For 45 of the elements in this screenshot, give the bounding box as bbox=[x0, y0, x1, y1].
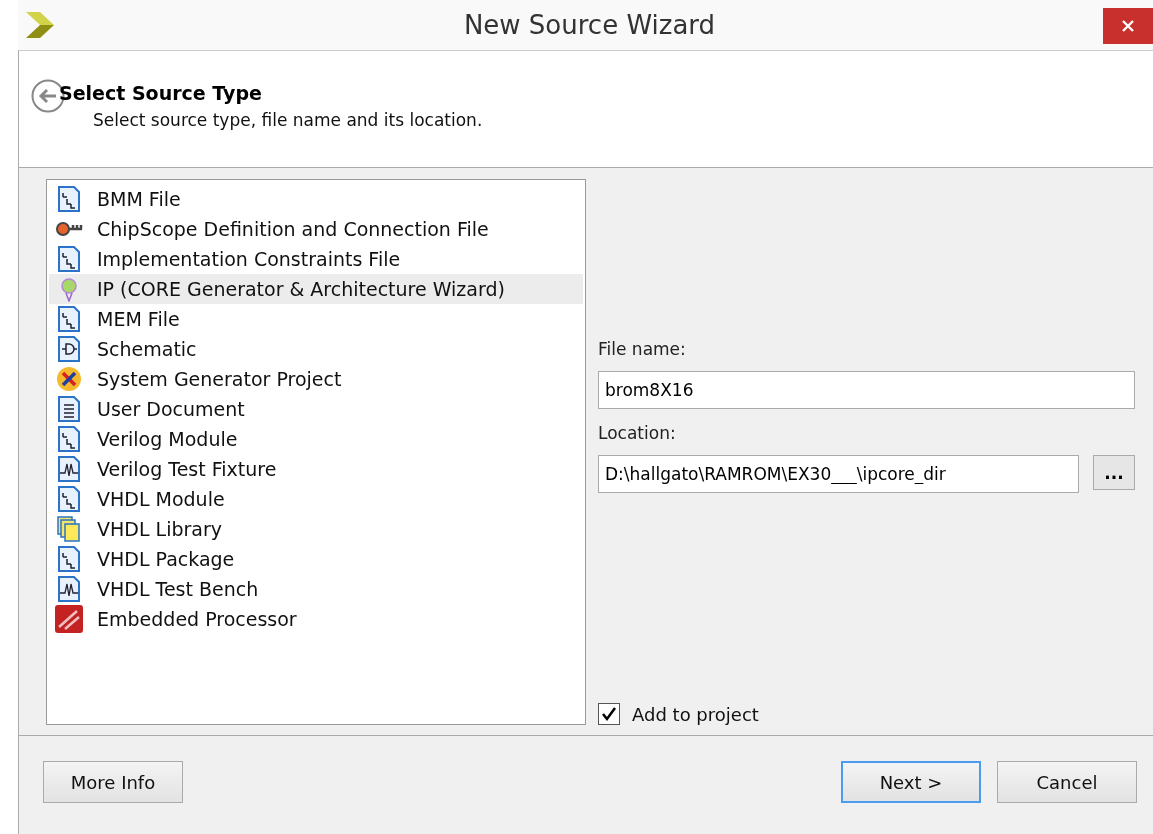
cancel-button[interactable]: Cancel bbox=[997, 761, 1137, 803]
source-type-item[interactable]: System Generator Project bbox=[49, 364, 583, 394]
page-subtitle: Select source type, file name and its location. bbox=[93, 110, 483, 130]
document-icon bbox=[55, 306, 83, 332]
document-icon bbox=[55, 186, 83, 212]
source-type-item[interactable]: Implementation Constraints File bbox=[49, 244, 583, 274]
close-icon bbox=[1121, 19, 1135, 33]
source-type-item[interactable]: BMM File bbox=[49, 184, 583, 214]
waveform-document-icon bbox=[55, 576, 83, 602]
source-type-item[interactable]: Verilog Module bbox=[49, 424, 583, 454]
document-icon bbox=[55, 246, 83, 272]
document-icon bbox=[55, 486, 83, 512]
document-icon bbox=[55, 426, 83, 452]
source-type-item[interactable]: VHDL Library bbox=[49, 514, 583, 544]
next-button[interactable]: Next > bbox=[841, 761, 981, 803]
more-info-button[interactable]: More Info bbox=[43, 761, 183, 803]
document-icon bbox=[55, 546, 83, 572]
window-title: New Source Wizard bbox=[462, 10, 717, 40]
location-field[interactable]: D:\hallgato\RAMROM\EX30___\ipcore_dir bbox=[598, 455, 1079, 493]
location-label: Location: bbox=[598, 423, 677, 443]
source-type-item[interactable]: VHDL Module bbox=[49, 484, 583, 514]
page-heading: Select Source Type bbox=[59, 82, 263, 104]
cross-circle-icon bbox=[55, 366, 83, 392]
probe-icon bbox=[55, 221, 83, 237]
logic-gate-icon bbox=[55, 336, 83, 362]
source-type-item[interactable]: IP (CORE Generator & Architecture Wizard) bbox=[49, 274, 583, 304]
source-type-item[interactable]: VHDL Package bbox=[49, 544, 583, 574]
processor-icon bbox=[55, 605, 83, 633]
source-type-item[interactable]: User Document bbox=[49, 394, 583, 424]
waveform-document-icon bbox=[55, 456, 83, 482]
source-type-item[interactable]: ChipScope Definition and Connection File bbox=[49, 214, 583, 244]
text-document-icon bbox=[55, 396, 83, 422]
chevron-logo-icon bbox=[26, 12, 56, 38]
source-type-item[interactable]: MEM File bbox=[49, 304, 583, 334]
source-type-item[interactable]: Schematic bbox=[49, 334, 583, 364]
stacked-pages-icon bbox=[55, 516, 83, 542]
add-to-project-label: Add to project bbox=[632, 703, 759, 725]
source-type-item[interactable]: Embedded Processor bbox=[49, 604, 583, 634]
file-name-field[interactable]: brom8X16 bbox=[598, 371, 1135, 409]
browse-button[interactable]: ... bbox=[1093, 455, 1135, 490]
add-to-project-checkbox[interactable] bbox=[598, 703, 620, 725]
source-type-item[interactable]: VHDL Test Bench bbox=[49, 574, 583, 604]
source-type-item[interactable]: Verilog Test Fixture bbox=[49, 454, 583, 484]
close-button[interactable] bbox=[1103, 8, 1153, 44]
file-name-label: File name: bbox=[598, 339, 687, 359]
